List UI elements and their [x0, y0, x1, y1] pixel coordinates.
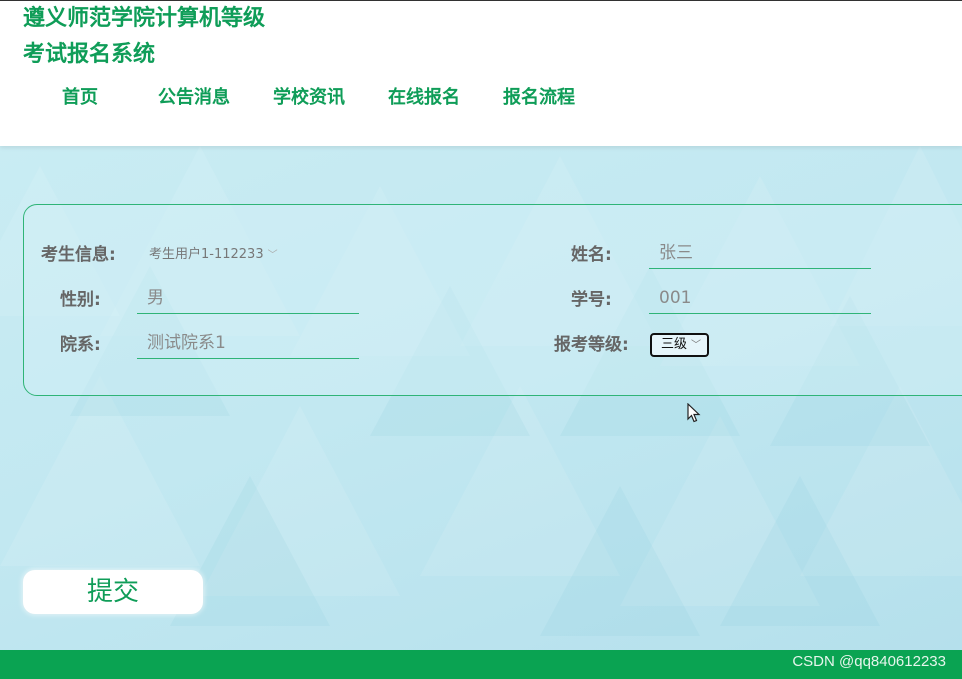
gender-label: 性别: [60, 290, 101, 310]
chevron-down-icon: ﹀ [267, 250, 278, 261]
registration-form-panel: 考生信息: 考生用户1-112233 ﹀ 姓名: 张三 性别: 男 学号: 001… [23, 204, 962, 396]
nav-item-announcements[interactable]: 公告消息 [158, 81, 230, 115]
csdn-watermark: CSDN @qq840612233 [792, 653, 946, 670]
main-content: 考生信息: 考生用户1-112233 ﹀ 姓名: 张三 性别: 男 学号: 001… [0, 146, 962, 650]
gender-field[interactable]: 男 [137, 284, 359, 314]
department-field[interactable]: 测试院系1 [137, 329, 359, 359]
mouse-cursor-icon [687, 403, 701, 423]
submit-button[interactable]: 提交 [23, 570, 203, 614]
name-label: 姓名: [571, 245, 612, 265]
nav-item-registration-process[interactable]: 报名流程 [503, 81, 575, 115]
nav-item-online-registration[interactable]: 在线报名 [388, 81, 460, 115]
exam-level-select[interactable]: 三级 ﹀ [650, 333, 710, 357]
nav-item-home[interactable]: 首页 [62, 81, 98, 115]
site-title: 遵义师范学院计算机等级 考试报名系统 [23, 1, 323, 73]
examinee-info-select[interactable]: 考生用户1-112233 ﹀ [149, 243, 278, 268]
examinee-info-label: 考生信息: [41, 245, 116, 265]
examinee-info-value: 考生用户1-112233 [149, 247, 264, 262]
exam-level-value: 三级 [661, 337, 688, 352]
exam-level-label: 报考等级: [554, 335, 629, 355]
site-header: 遵义师范学院计算机等级 考试报名系统 首页 公告消息 学校资讯 在线报名 报名流… [0, 1, 962, 146]
student-id-field[interactable]: 001 [649, 284, 871, 314]
site-title-line2: 考试报名系统 [23, 42, 156, 67]
student-id-label: 学号: [571, 290, 612, 310]
site-title-line1: 遵义师范学院计算机等级 [23, 6, 266, 31]
chevron-down-icon: ﹀ [691, 340, 702, 351]
nav-item-school-news[interactable]: 学校资讯 [273, 81, 345, 115]
name-field[interactable]: 张三 [649, 239, 871, 269]
department-label: 院系: [60, 335, 101, 355]
